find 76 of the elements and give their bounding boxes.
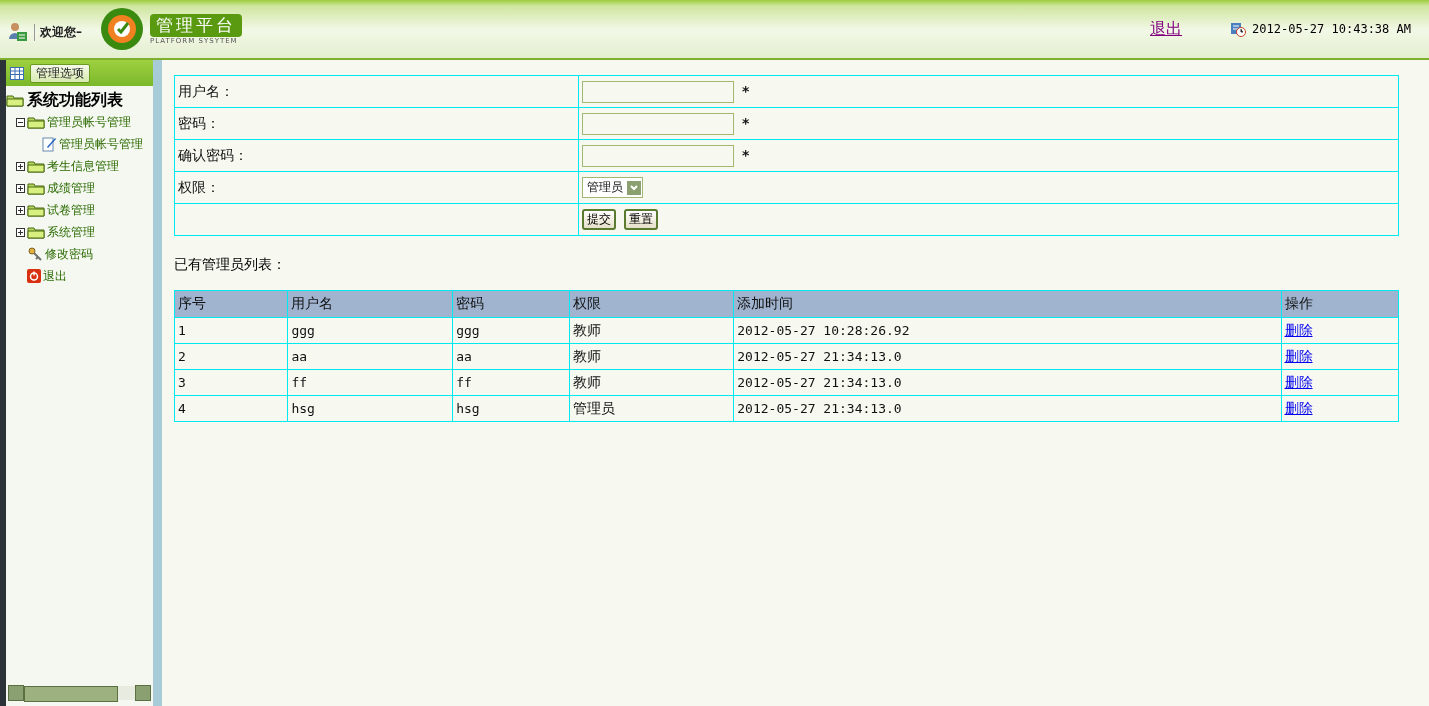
tree-item[interactable]: 管理员帐号管理	[6, 111, 153, 133]
folder-icon	[27, 159, 45, 173]
field-label: 权限：	[174, 171, 579, 204]
table-cell: ff	[452, 369, 570, 396]
power-icon	[27, 269, 41, 283]
expand-icon[interactable]	[16, 205, 25, 215]
collapse-icon[interactable]	[16, 117, 25, 127]
field-label: 用户名：	[174, 75, 579, 108]
table-cell: aa	[287, 343, 453, 370]
column-header: 密码	[452, 290, 570, 318]
table-cell: aa	[452, 343, 570, 370]
submit-button[interactable]: 提交	[582, 209, 616, 230]
tree-title: 系统功能列表	[27, 90, 123, 111]
table-cell: 2012-05-27 21:34:13.0	[733, 343, 1281, 370]
datetime-text: 2012-05-27 10:43:38 AM	[1252, 22, 1411, 36]
tree-item[interactable]: 成绩管理	[6, 177, 153, 199]
table-cell: 2012-05-27 21:34:13.0	[733, 369, 1281, 396]
keys-icon	[27, 246, 43, 262]
field-label: 确认密码：	[174, 139, 579, 172]
table-cell: 2012-05-27 10:28:26.92	[733, 317, 1281, 344]
table-cell: 4	[174, 395, 288, 422]
required-mark: *	[742, 114, 750, 131]
delete-link[interactable]: 删除	[1284, 399, 1313, 416]
tree-item[interactable]: 考生信息管理	[6, 155, 153, 177]
folder-icon	[27, 203, 45, 217]
welcome-text: 欢迎您–	[34, 23, 82, 41]
required-mark: *	[742, 146, 750, 163]
table-cell: 教师	[569, 317, 734, 344]
logo-title: 管理平台	[150, 13, 242, 37]
tree-item[interactable]: 系统管理	[6, 221, 153, 243]
table-cell: ggg	[287, 317, 453, 344]
delete-link[interactable]: 删除	[1284, 373, 1313, 390]
folder-icon	[27, 181, 45, 195]
column-header: 权限	[569, 290, 734, 318]
table-cell: hsg	[452, 395, 570, 422]
table-cell: 3	[174, 369, 288, 396]
role-dropdown[interactable]: 管理员	[582, 177, 643, 198]
delete-link[interactable]: 删除	[1284, 321, 1313, 338]
table-cell: 管理员	[569, 395, 734, 422]
tree-item[interactable]: 修改密码	[6, 243, 153, 265]
table-cell: 2012-05-27 21:34:13.0	[733, 395, 1281, 422]
column-header: 序号	[174, 290, 288, 318]
folder-icon	[27, 225, 45, 239]
table-cell: 1	[174, 317, 288, 344]
user-list-icon	[8, 21, 28, 43]
logout-link[interactable]: 退出	[1150, 18, 1183, 40]
table-cell: 教师	[569, 369, 734, 396]
table-cell: 教师	[569, 343, 734, 370]
delete-link[interactable]: 删除	[1284, 347, 1313, 364]
logo-icon	[100, 7, 144, 51]
folder-icon	[27, 115, 45, 129]
tree-item[interactable]: 退出	[6, 265, 153, 287]
password-input[interactable]	[582, 112, 734, 135]
calendar-clock-icon	[1230, 21, 1247, 37]
table-cell: 2	[174, 343, 288, 370]
column-header: 添加时间	[733, 290, 1281, 318]
password-input[interactable]	[582, 144, 734, 167]
tree-item[interactable]: 管理员帐号管理	[6, 133, 153, 155]
list-title: 已有管理员列表：	[174, 256, 287, 274]
expand-icon[interactable]	[16, 161, 25, 171]
table-cell: hsg	[287, 395, 453, 422]
options-tab[interactable]: 管理选项	[30, 63, 90, 83]
field-label: 密码：	[174, 107, 579, 140]
expand-icon[interactable]	[16, 227, 25, 237]
required-mark: *	[742, 82, 750, 99]
folder-icon	[6, 94, 24, 107]
table-icon	[10, 66, 24, 80]
column-header: 操作	[1281, 290, 1399, 318]
expand-icon[interactable]	[16, 183, 25, 193]
username-input[interactable]	[582, 80, 734, 103]
column-header: 用户名	[287, 290, 453, 318]
tree-item[interactable]: 试卷管理	[6, 199, 153, 221]
table-cell: ggg	[452, 317, 570, 344]
table-cell: ff	[287, 369, 453, 396]
reset-button[interactable]: 重置	[624, 209, 658, 230]
notepad-pencil-icon	[41, 136, 57, 152]
